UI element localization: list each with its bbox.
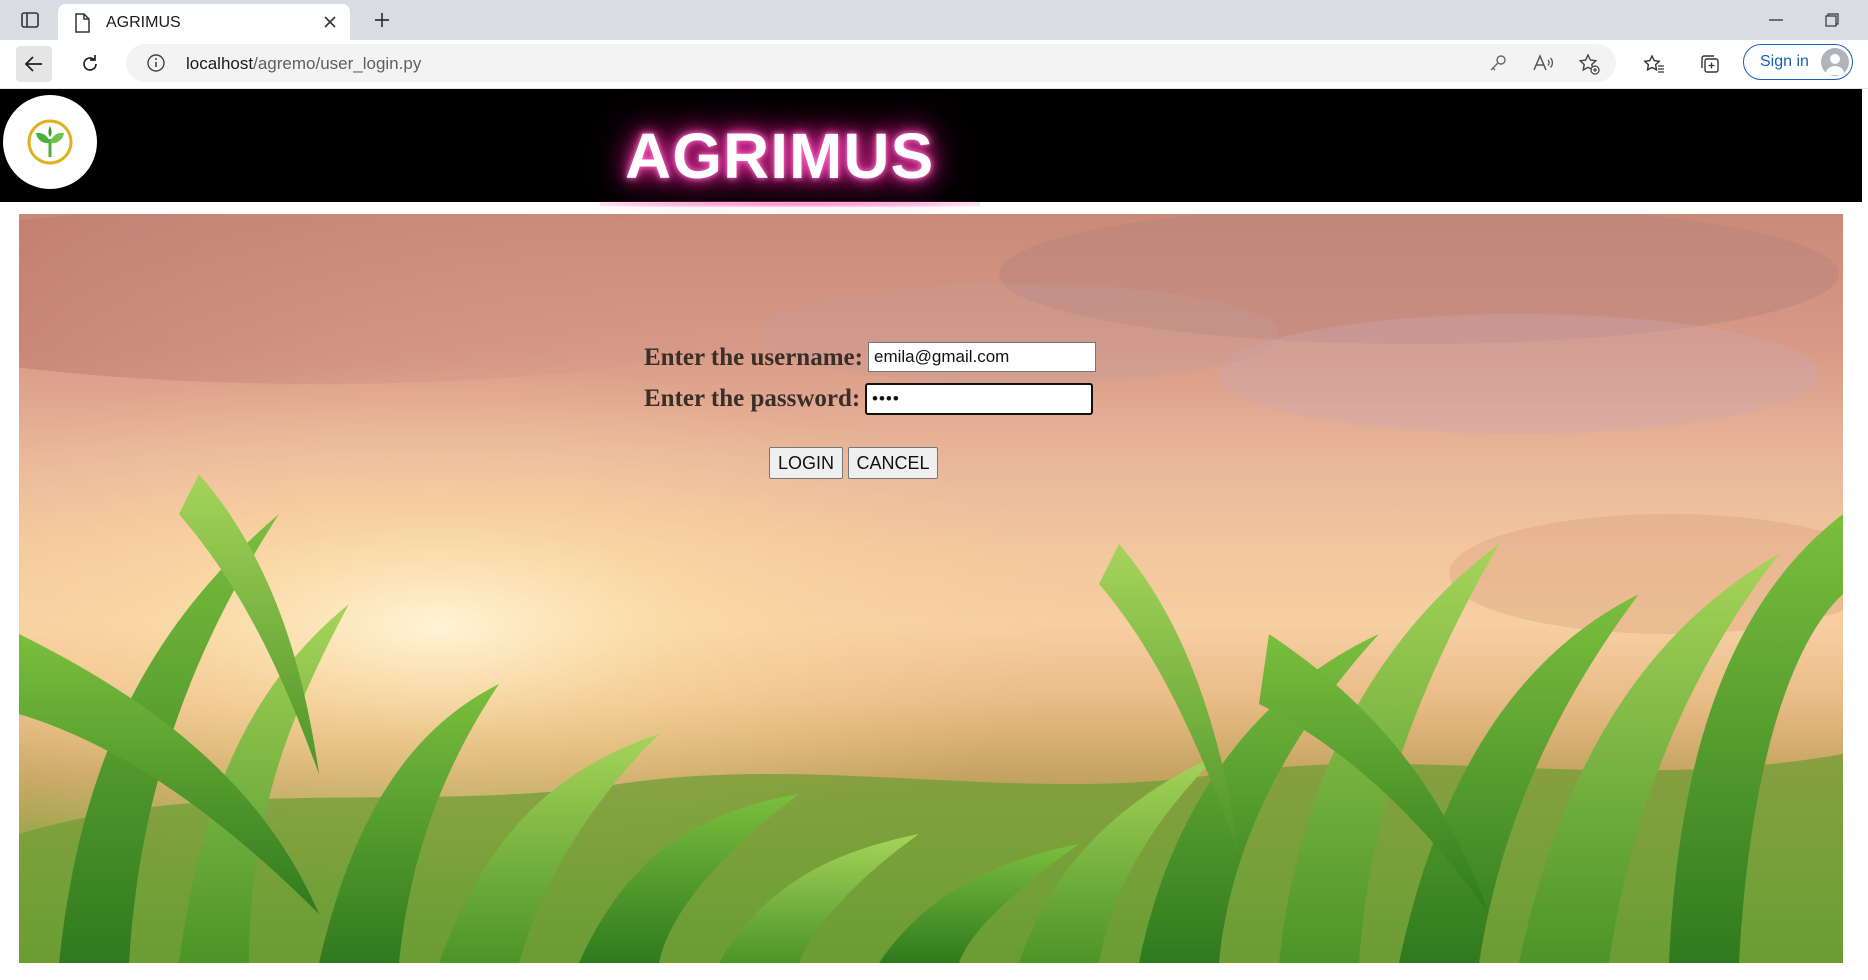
favorites-icon[interactable] bbox=[1636, 46, 1672, 82]
url-path: /agremo/user_login.py bbox=[253, 54, 422, 73]
login-form: Enter the username: Enter the password: … bbox=[19, 214, 1843, 963]
cancel-button[interactable]: CANCEL bbox=[848, 447, 938, 479]
reload-icon[interactable] bbox=[72, 46, 108, 82]
back-icon[interactable] bbox=[16, 46, 52, 82]
brand-glow-underline bbox=[600, 201, 980, 207]
active-tab[interactable]: AGRIMUS bbox=[58, 4, 350, 40]
restore-window-icon[interactable] bbox=[1820, 10, 1844, 30]
tab-title: AGRIMUS bbox=[106, 14, 181, 31]
password-label: Enter the password: bbox=[644, 385, 861, 412]
page-document-icon bbox=[74, 13, 90, 38]
sprout-logo-icon bbox=[27, 119, 73, 165]
login-button[interactable]: LOGIN bbox=[769, 447, 843, 479]
minimize-window-icon[interactable] bbox=[1764, 10, 1788, 30]
address-url[interactable]: localhost/agremo/user_login.py bbox=[186, 54, 421, 74]
collections-icon[interactable] bbox=[1692, 46, 1728, 82]
url-host: localhost bbox=[186, 54, 254, 73]
browser-toolbar: localhost/agremo/user_login.py Sign in bbox=[0, 40, 1868, 89]
username-label: Enter the username: bbox=[644, 344, 863, 371]
read-aloud-icon[interactable] bbox=[1532, 53, 1554, 78]
sign-in-button[interactable]: Sign in bbox=[1743, 44, 1853, 80]
hero-background: Enter the username: Enter the password: … bbox=[19, 214, 1843, 963]
address-bar[interactable]: localhost/agremo/user_login.py bbox=[126, 44, 1616, 82]
site-logo bbox=[3, 95, 97, 189]
new-tab-icon[interactable] bbox=[368, 8, 396, 32]
password-input[interactable] bbox=[865, 383, 1093, 415]
site-brand-title: AGRIMUS bbox=[625, 120, 935, 192]
profile-avatar-icon bbox=[1821, 48, 1849, 76]
close-tab-icon[interactable] bbox=[322, 14, 338, 35]
site-header: AGRIMUS bbox=[0, 89, 1862, 202]
site-info-icon[interactable] bbox=[146, 53, 166, 78]
page-viewport: AGRIMUS Enter the username: emila@gmail.… bbox=[0, 89, 1868, 980]
browser-tab-strip: AGRIMUS bbox=[0, 0, 1868, 40]
sign-in-label: Sign in bbox=[1760, 53, 1809, 70]
tab-actions-icon[interactable] bbox=[14, 8, 46, 32]
username-input[interactable] bbox=[868, 342, 1096, 372]
key-icon[interactable] bbox=[1488, 53, 1508, 78]
add-favorite-icon[interactable] bbox=[1578, 53, 1600, 80]
